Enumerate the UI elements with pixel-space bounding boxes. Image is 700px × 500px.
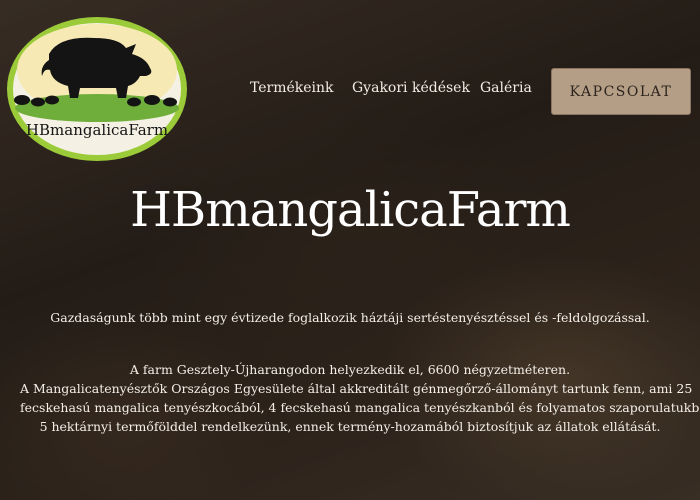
- logo[interactable]: HBmangalicaFarm: [4, 14, 190, 164]
- main-nav: Termékeink Gyakori kédések Galéria KAPCS…: [230, 68, 691, 115]
- info-line: 5 hektárnyi termőfölddel rendelkezünk, e…: [39, 419, 661, 434]
- nav-item-products[interactable]: Termékeink: [250, 80, 334, 96]
- intro-text: Gazdaságunk több mint egy évtizede fogla…: [50, 310, 650, 325]
- info-line: A farm Gesztely-Újharangodon helyezkedik…: [129, 362, 571, 377]
- contact-button[interactable]: KAPCSOLAT: [551, 68, 691, 115]
- info-line: A Mangalicatenyésztők Országos Egyesület…: [20, 381, 693, 396]
- pig-icon: [7, 17, 187, 161]
- farm-info: A farm Gesztely-Újharangodon helyezkedik…: [20, 360, 700, 436]
- page-title: HBmangalicaFarm: [130, 182, 571, 238]
- logo-text: HBmangalicaFarm: [25, 121, 169, 139]
- info-line: fecskehasú mangalica tenyészkocából, 4 f…: [20, 400, 700, 415]
- nav-item-faq[interactable]: Gyakori kédések: [352, 80, 470, 96]
- nav-item-gallery[interactable]: Galéria: [480, 80, 532, 96]
